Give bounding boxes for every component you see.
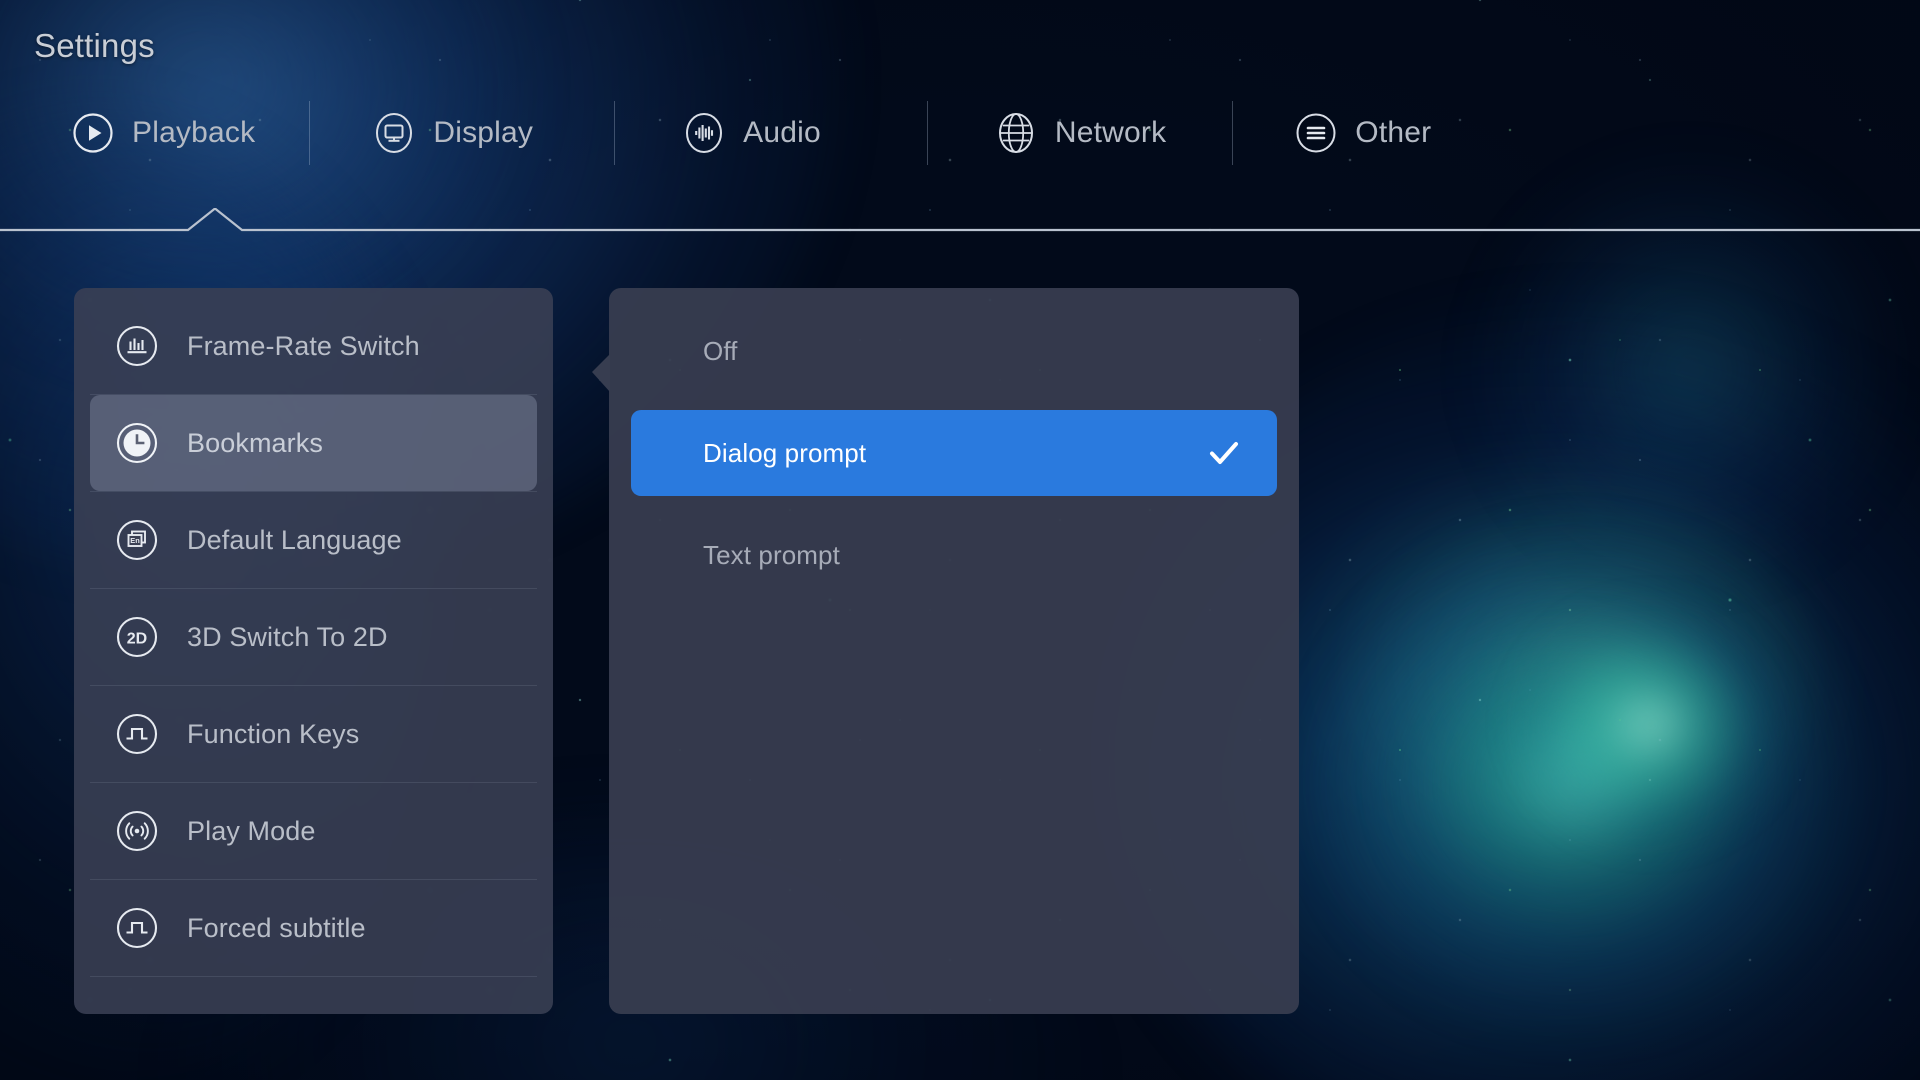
tab-other[interactable]: Other xyxy=(1295,98,1431,168)
tab-display-label: Display xyxy=(433,116,534,149)
option-label: Off xyxy=(703,335,738,366)
tab-separator-3 xyxy=(926,101,928,165)
sidebar-item-bookmarks[interactable]: Bookmarks xyxy=(90,395,537,491)
settings-options-panel: Off Dialog prompt Text prompt xyxy=(592,288,1299,1014)
sidebar-item-label: Play Mode xyxy=(187,815,316,846)
settings-category-panel: Frame-Rate Switch Bookmarks En Default L… xyxy=(74,288,553,1014)
play-circle-icon xyxy=(72,112,114,154)
sidebar-item-forced-subtitle[interactable]: Forced subtitle xyxy=(90,880,537,976)
sidebar-item-label: Frame-Rate Switch xyxy=(187,330,420,361)
language-en-icon: En xyxy=(114,517,160,563)
settings-tabbar: Playback Display Audio Network Other xyxy=(0,98,1920,168)
broadcast-waves-icon xyxy=(114,808,160,854)
bar-chart-circle-icon xyxy=(114,323,160,369)
tab-playback[interactable]: Playback xyxy=(72,98,255,168)
options-list: Off Dialog prompt Text prompt xyxy=(609,288,1299,596)
two-d-circle-icon: 2D xyxy=(114,614,160,660)
svg-text:2D: 2D xyxy=(127,631,147,648)
globe-icon xyxy=(995,112,1037,154)
monitor-icon xyxy=(373,112,415,154)
tab-playback-label: Playback xyxy=(132,116,256,149)
sidebar-item-label: Forced subtitle xyxy=(187,912,366,943)
svg-text:En: En xyxy=(130,536,140,545)
sidebar-item-default-language[interactable]: En Default Language xyxy=(90,492,537,588)
tabbar-underline xyxy=(0,208,1920,232)
tab-other-label: Other xyxy=(1355,116,1432,149)
option-label: Dialog prompt xyxy=(703,437,867,468)
tab-separator-4 xyxy=(1232,101,1234,165)
option-label: Text prompt xyxy=(703,539,840,570)
square-wave-icon xyxy=(114,711,160,757)
sidebar-item-function-keys[interactable]: Function Keys xyxy=(90,686,537,782)
tab-network-label: Network xyxy=(1054,116,1167,149)
tab-separator-2 xyxy=(614,101,616,165)
sidebar-item-3d-switch-to-2d[interactable]: 2D 3D Switch To 2D xyxy=(90,589,537,685)
sidebar-item-label: 3D Switch To 2D xyxy=(187,621,388,652)
sidebar-item-label: Function Keys xyxy=(187,718,360,749)
option-off[interactable]: Off xyxy=(631,310,1277,392)
checkmark-icon xyxy=(1205,434,1243,472)
sidebar-item-frame-rate-switch[interactable]: Frame-Rate Switch xyxy=(90,298,537,394)
tab-audio-label: Audio xyxy=(743,116,821,149)
hamburger-menu-icon xyxy=(1295,112,1337,154)
tab-audio[interactable]: Audio xyxy=(683,98,821,168)
panel-pointer-notch xyxy=(592,354,610,392)
tab-network[interactable]: Network xyxy=(995,98,1166,168)
option-text-prompt[interactable]: Text prompt xyxy=(631,514,1277,596)
square-wave-icon xyxy=(114,905,160,951)
tab-display[interactable]: Display xyxy=(373,98,533,168)
settings-screen: Settings Playback Display Audio Network … xyxy=(0,0,1920,1080)
menu-divider xyxy=(90,976,537,977)
audio-wave-icon xyxy=(683,112,725,154)
page-title: Settings xyxy=(34,27,155,64)
sidebar-item-label: Default Language xyxy=(187,524,402,555)
tab-separator-1 xyxy=(309,101,311,165)
sidebar-item-label: Bookmarks xyxy=(187,427,323,458)
sidebar-item-play-mode[interactable]: Play Mode xyxy=(90,783,537,879)
clock-circle-icon xyxy=(114,420,160,466)
option-dialog-prompt[interactable]: Dialog prompt xyxy=(631,410,1277,496)
